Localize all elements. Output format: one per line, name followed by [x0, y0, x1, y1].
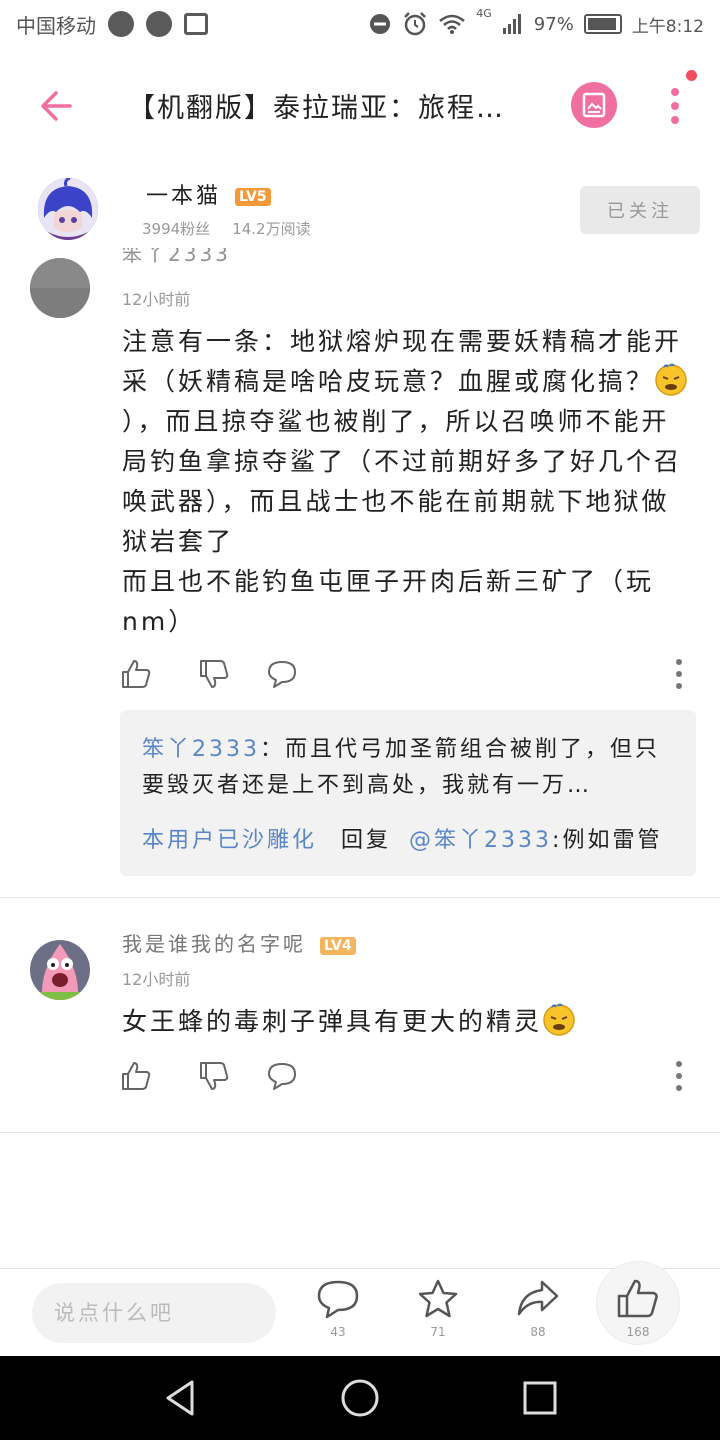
poster-button[interactable] — [571, 82, 617, 128]
notification-icon — [146, 11, 172, 37]
reply-item[interactable]: 笨丫2333：而且代弓加圣箭组合被削了，但只要毁灭者还是上不到高处，我就有一万… — [142, 732, 676, 804]
replies-box[interactable]: 笨丫2333：而且代弓加圣箭组合被削了，但只要毁灭者还是上不到高处，我就有一万…… — [120, 710, 696, 876]
battery-icon — [583, 14, 622, 34]
comment-time: 12小时前 — [122, 290, 191, 309]
signal-icon — [502, 14, 521, 34]
back-arrow-icon[interactable] — [36, 86, 76, 126]
comment-actions — [120, 658, 700, 690]
thumbs-down-icon[interactable] — [198, 658, 230, 690]
sweat-emoji-icon — [655, 363, 687, 396]
fans-count: 3994粉丝 — [142, 220, 211, 238]
shares-count: 88 — [530, 1325, 546, 1339]
alarm-icon — [404, 12, 427, 36]
share-button[interactable]: 88 — [503, 1279, 573, 1349]
like-button[interactable]: 168 — [603, 1279, 673, 1349]
favorite-button[interactable]: 71 — [403, 1279, 473, 1349]
comments-button[interactable]: 43 — [303, 1279, 373, 1349]
sweat-emoji-icon — [543, 1003, 575, 1036]
battery-percent: 97% — [533, 13, 574, 35]
nav-recents-icon[interactable] — [518, 1376, 562, 1420]
wifi-icon — [439, 14, 466, 34]
commenter-avatar[interactable] — [30, 940, 90, 1000]
star-icon — [418, 1279, 458, 1318]
reply-item[interactable]: 本用户已沙雕化 回复 @笨丫2333:例如雷管 — [142, 822, 682, 854]
clock: 上午8:12 — [631, 16, 704, 37]
status-bar: 中国移动 4G 97% 上午8:12 — [0, 0, 720, 48]
commenter-name: 我是谁我的名字呢 — [122, 932, 306, 956]
likes-count: 168 — [626, 1325, 650, 1339]
reply-bubble-icon[interactable] — [266, 658, 298, 690]
more-vertical-icon[interactable] — [668, 86, 682, 126]
comment-input[interactable]: 说点什么吧 — [32, 1283, 276, 1343]
comment-actions — [120, 1060, 700, 1092]
carrier-label: 中国移动 — [16, 13, 96, 38]
reads-count: 14.2万阅读 — [232, 220, 311, 238]
author-name-row[interactable]: 一本猫 LV5 — [146, 178, 271, 210]
comment-body: 女王蜂的毒刺子弹具有更大的精灵 — [122, 1002, 694, 1042]
reply-text: :例如雷管 — [552, 828, 663, 853]
share-arrow-icon — [517, 1280, 559, 1316]
nav-home-icon[interactable] — [338, 1376, 382, 1420]
comment-more-icon[interactable] — [672, 1060, 686, 1092]
comment-item: 我是谁我的名字呢 LV4 12小时前 女王蜂的毒刺子弹具有更大的精灵 — [0, 920, 720, 1130]
comment-bubble-icon — [317, 1280, 359, 1319]
divider — [0, 897, 720, 898]
nav-back-icon[interactable] — [158, 1376, 202, 1420]
author-card: 一本猫 LV5 3994粉丝 14.2万阅读 已关注 — [0, 170, 720, 250]
comment-time: 12小时前 — [122, 970, 191, 989]
thumbs-up-icon — [617, 1279, 658, 1318]
notification-dot — [686, 70, 697, 81]
commenter-avatar[interactable] — [30, 258, 90, 318]
poster-icon — [582, 92, 606, 118]
favorites-count: 71 — [430, 1325, 446, 1339]
follow-button[interactable]: 已关注 — [580, 186, 700, 234]
author-avatar[interactable] — [38, 178, 98, 240]
page-title: 【机翻版】泰拉瑞亚：旅程… — [128, 93, 505, 124]
comment-body: 注意有一条：地狱熔炉现在需要妖精稿才能开采（妖精稿是啥哈皮玩意？血腥或腐化搞？）… — [122, 322, 694, 642]
system-nav-bar — [0, 1356, 720, 1440]
divider — [0, 1132, 720, 1133]
thumbs-up-icon[interactable] — [120, 1060, 152, 1092]
thumbs-down-icon[interactable] — [198, 1060, 230, 1092]
comment-more-icon[interactable] — [672, 658, 686, 690]
bottom-action-bar: 说点什么吧 43 71 88 168 — [0, 1261, 720, 1356]
author-name: 一本猫 — [146, 184, 222, 209]
gallery-icon — [184, 13, 208, 35]
commenter-name-row[interactable]: 我是谁我的名字呢 LV4 — [122, 928, 356, 957]
comments-count: 43 — [330, 1325, 346, 1339]
reply-bubble-icon[interactable] — [266, 1060, 298, 1092]
commenter-name[interactable]: 笨丫2333 — [122, 248, 231, 266]
reply-username[interactable]: 本用户已沙雕化 — [142, 828, 317, 853]
author-stats: 3994粉丝 14.2万阅读 — [142, 218, 311, 239]
network-type: 4G — [476, 7, 492, 20]
level-badge: LV5 — [235, 188, 271, 206]
thumbs-up-icon[interactable] — [120, 658, 152, 690]
level-badge: LV4 — [320, 936, 356, 955]
reply-mention[interactable]: @笨丫2333 — [409, 828, 552, 853]
top-app-bar: 【机翻版】泰拉瑞亚：旅程… — [0, 64, 720, 148]
reply-username[interactable]: 笨丫2333 — [142, 737, 260, 762]
dnd-icon — [370, 14, 391, 34]
reply-word: 回复 — [341, 828, 392, 853]
notification-icon — [108, 11, 134, 37]
